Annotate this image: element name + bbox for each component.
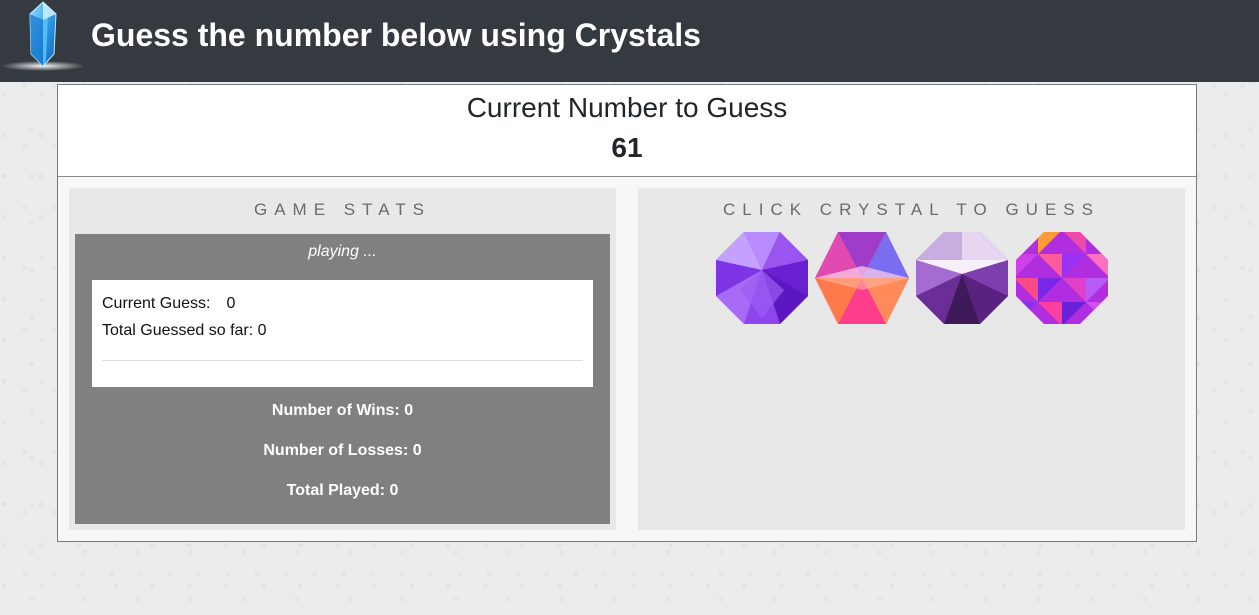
game-stats-heading: GAME STATS — [253, 200, 432, 219]
crystal-button-2[interactable] — [814, 230, 910, 326]
losses-label: Number of Losses: — [263, 442, 409, 459]
target-title: Current Number to Guess — [466, 92, 788, 123]
wins-stat: Number of Wins: 0 — [75, 401, 610, 421]
played-stat: Total Played: 0 — [75, 481, 610, 501]
content-area: GAME STATS playing ... Current Guess: 0 T… — [58, 177, 1196, 541]
app-title: Guess the number below using Crystals — [91, 17, 701, 53]
crystal-button-1[interactable] — [714, 230, 810, 326]
game-status: playing ... — [308, 243, 377, 260]
mosaic-octagon-crystal-icon — [1016, 232, 1108, 324]
losses-stat: Number of Losses: 0 — [75, 441, 610, 461]
game-stats-panel: GAME STATS playing ... Current Guess: 0 T… — [69, 188, 616, 530]
crystals-heading: CLICK CRYSTAL TO GUESS — [723, 200, 1100, 219]
current-guess-label: Current Guess: — [102, 295, 211, 312]
total-guessed-row: Total Guessed so far: 0 — [102, 321, 267, 341]
target-number: 61 — [611, 132, 643, 163]
top-bar: Guess the number below using Crystals — [0, 0, 1259, 82]
current-guess-card: Current Guess: 0 Total Guessed so far: 0 — [92, 280, 593, 387]
wins-label: Number of Wins: — [271, 402, 400, 419]
game-container: Current Number to Guess 61 GAME STATS pl… — [57, 84, 1197, 542]
crystal-row — [714, 230, 1114, 328]
current-guess-value: 0 — [226, 295, 236, 312]
played-label: Total Played: — [286, 482, 386, 499]
crystal-button-3[interactable] — [914, 230, 1010, 326]
target-section: Current Number to Guess 61 — [58, 85, 1196, 177]
crystals-panel: CLICK CRYSTAL TO GUESS — [638, 188, 1185, 530]
current-guess-row: Current Guess: 0 — [102, 294, 235, 314]
total-guessed-value: 0 — [257, 322, 267, 339]
wins-value: 0 — [404, 402, 414, 419]
purple-octagon-crystal-icon — [716, 232, 808, 324]
total-guessed-label: Total Guessed so far: — [102, 322, 254, 339]
crystal-logo-icon — [1, 1, 85, 71]
card-divider — [102, 360, 583, 361]
stats-box: playing ... Current Guess: 0 Total Guesse… — [75, 234, 610, 524]
crystal-button-4[interactable] — [1014, 230, 1110, 326]
played-value: 0 — [389, 482, 399, 499]
losses-value: 0 — [412, 442, 422, 459]
violet-faceted-crystal-icon — [916, 232, 1008, 324]
pink-hexagram-crystal-icon — [815, 232, 909, 324]
